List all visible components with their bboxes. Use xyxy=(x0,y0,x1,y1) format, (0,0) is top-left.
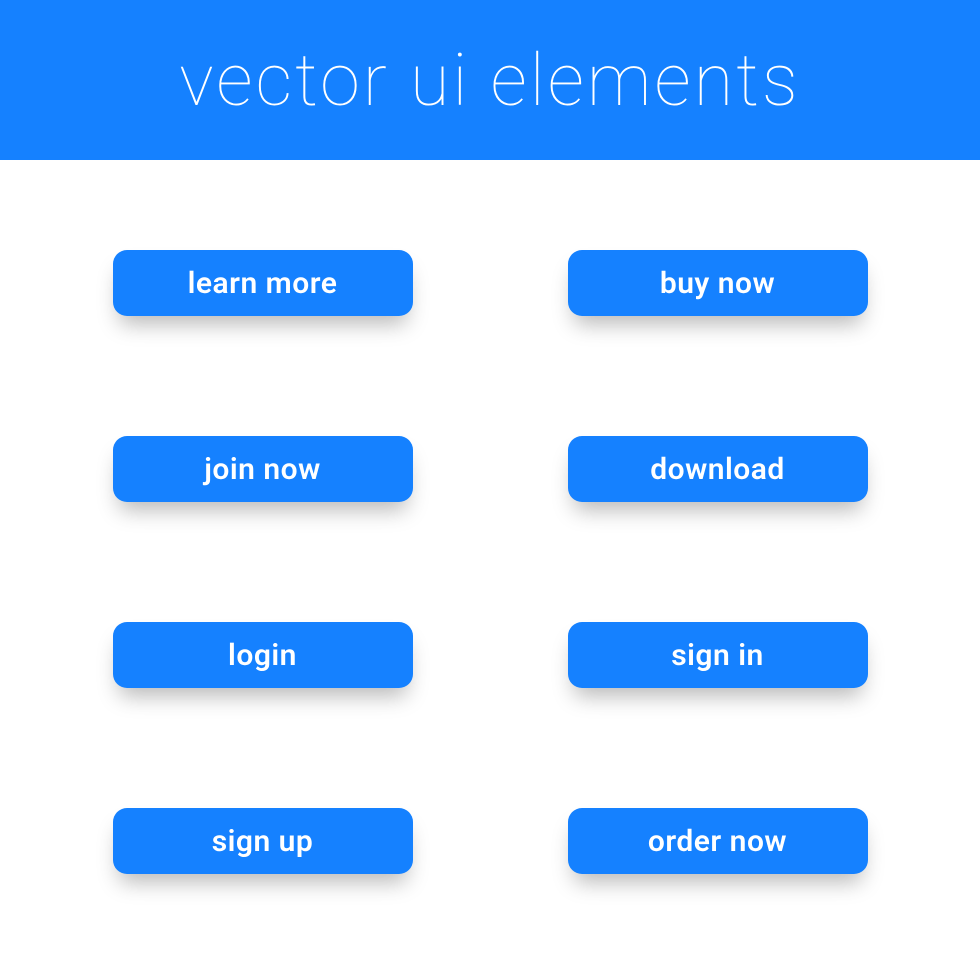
buy-now-button[interactable]: buy now xyxy=(568,250,868,316)
order-now-button[interactable]: order now xyxy=(568,808,868,874)
header: vector ui elements xyxy=(0,0,980,160)
join-now-button[interactable]: join now xyxy=(113,436,413,502)
download-button[interactable]: download xyxy=(568,436,868,502)
sign-up-button[interactable]: sign up xyxy=(113,808,413,874)
sign-in-button[interactable]: sign in xyxy=(568,622,868,688)
buttons-grid: learn more buy now join now download log… xyxy=(0,160,980,914)
learn-more-button[interactable]: learn more xyxy=(113,250,413,316)
page-title: vector ui elements xyxy=(179,38,800,123)
login-button[interactable]: login xyxy=(113,622,413,688)
